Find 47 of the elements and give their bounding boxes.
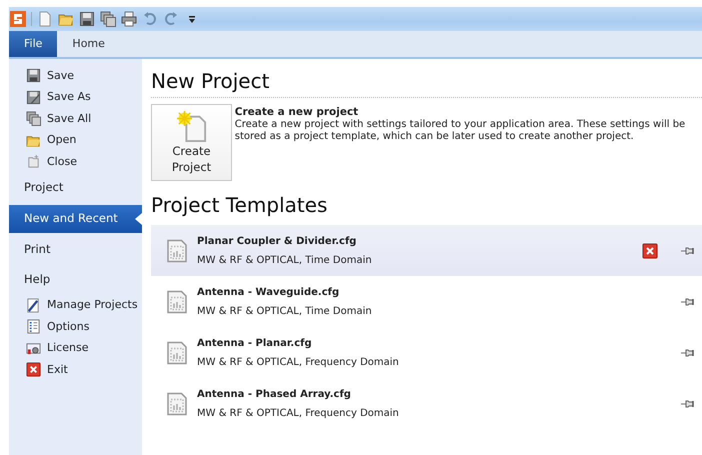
save-all-icon[interactable] (100, 11, 116, 27)
app-logo-icon[interactable] (10, 11, 26, 27)
description-title: Create a new project (234, 106, 360, 118)
section-heading: New Project (151, 68, 270, 95)
new-document-icon (176, 109, 206, 143)
template-item[interactable]: Antenna - Planar.cfg MW & RF & OPTICAL, Frequency Domain (151, 327, 702, 378)
menu-item[interactable]: License (9, 338, 142, 359)
remove-button[interactable] (642, 242, 658, 258)
template-details: MW & RF & OPTICAL, Time Domain (197, 254, 373, 268)
template-item[interactable]: Antenna - Waveguide.cfg MW & RF & OPTICAL, Time Domain (151, 276, 702, 327)
menu-item[interactable]: Print (9, 236, 142, 262)
template-details: MW & RF & OPTICAL, Frequency Domain (197, 406, 400, 420)
options-list-icon (26, 319, 41, 334)
menu-item[interactable]: Close (9, 151, 142, 172)
save-icon (26, 68, 41, 84)
create-project-button[interactable]: Create Project (151, 104, 232, 181)
template-details: MW & RF & OPTICAL, Time Domain (197, 304, 373, 318)
menu-item[interactable]: Save All (9, 108, 142, 130)
save-icon[interactable] (79, 11, 95, 27)
close-icon (642, 242, 658, 258)
printer-icon[interactable] (121, 11, 137, 27)
menu-item[interactable]: Save As (9, 86, 142, 108)
menu-item[interactable]: New and Recent (9, 204, 142, 232)
template-name: Antenna - Planar.cfg (197, 336, 313, 350)
menu-item[interactable]: Exit (9, 359, 142, 380)
template-name: Antenna - Waveguide.cfg (197, 286, 340, 300)
template-details: MW & RF & OPTICAL, Frequency Domain (197, 356, 400, 370)
section-heading: Project Templates (151, 192, 328, 219)
save-all-icon (26, 111, 41, 126)
description-text: Create a new project with settings tailored to your application area. These settings will be stored as a project template, which can be later used to create another project. (234, 118, 686, 144)
ribbon-tab[interactable]: File (9, 31, 58, 57)
close-folder-icon (26, 154, 41, 170)
template-item[interactable]: Antenna - Phased Array.cfg MW & RF & OPTICAL, Frequency Domain (151, 378, 702, 429)
template-name: Planar Coupler & Divider.cfg (197, 234, 358, 248)
template-name: Antenna - Phased Array.cfg (197, 388, 352, 402)
menu-item[interactable]: Manage Projects (9, 294, 142, 316)
menu-item[interactable]: Options (9, 316, 142, 338)
exit-icon (26, 362, 41, 378)
new-document-icon[interactable] (37, 11, 53, 27)
template-item[interactable]: Planar Coupler & Divider.cfg MW & RF & OPTICAL, Time Domain (151, 225, 702, 276)
menu-item[interactable]: Help (9, 266, 142, 292)
certificate-icon (26, 340, 41, 356)
menu-item[interactable]: Save (9, 65, 142, 86)
menu-item[interactable]: Open (9, 130, 142, 151)
menu-item[interactable]: Project (9, 174, 142, 200)
save-as-icon (26, 90, 41, 105)
ribbon-tab[interactable]: Home (57, 31, 120, 57)
